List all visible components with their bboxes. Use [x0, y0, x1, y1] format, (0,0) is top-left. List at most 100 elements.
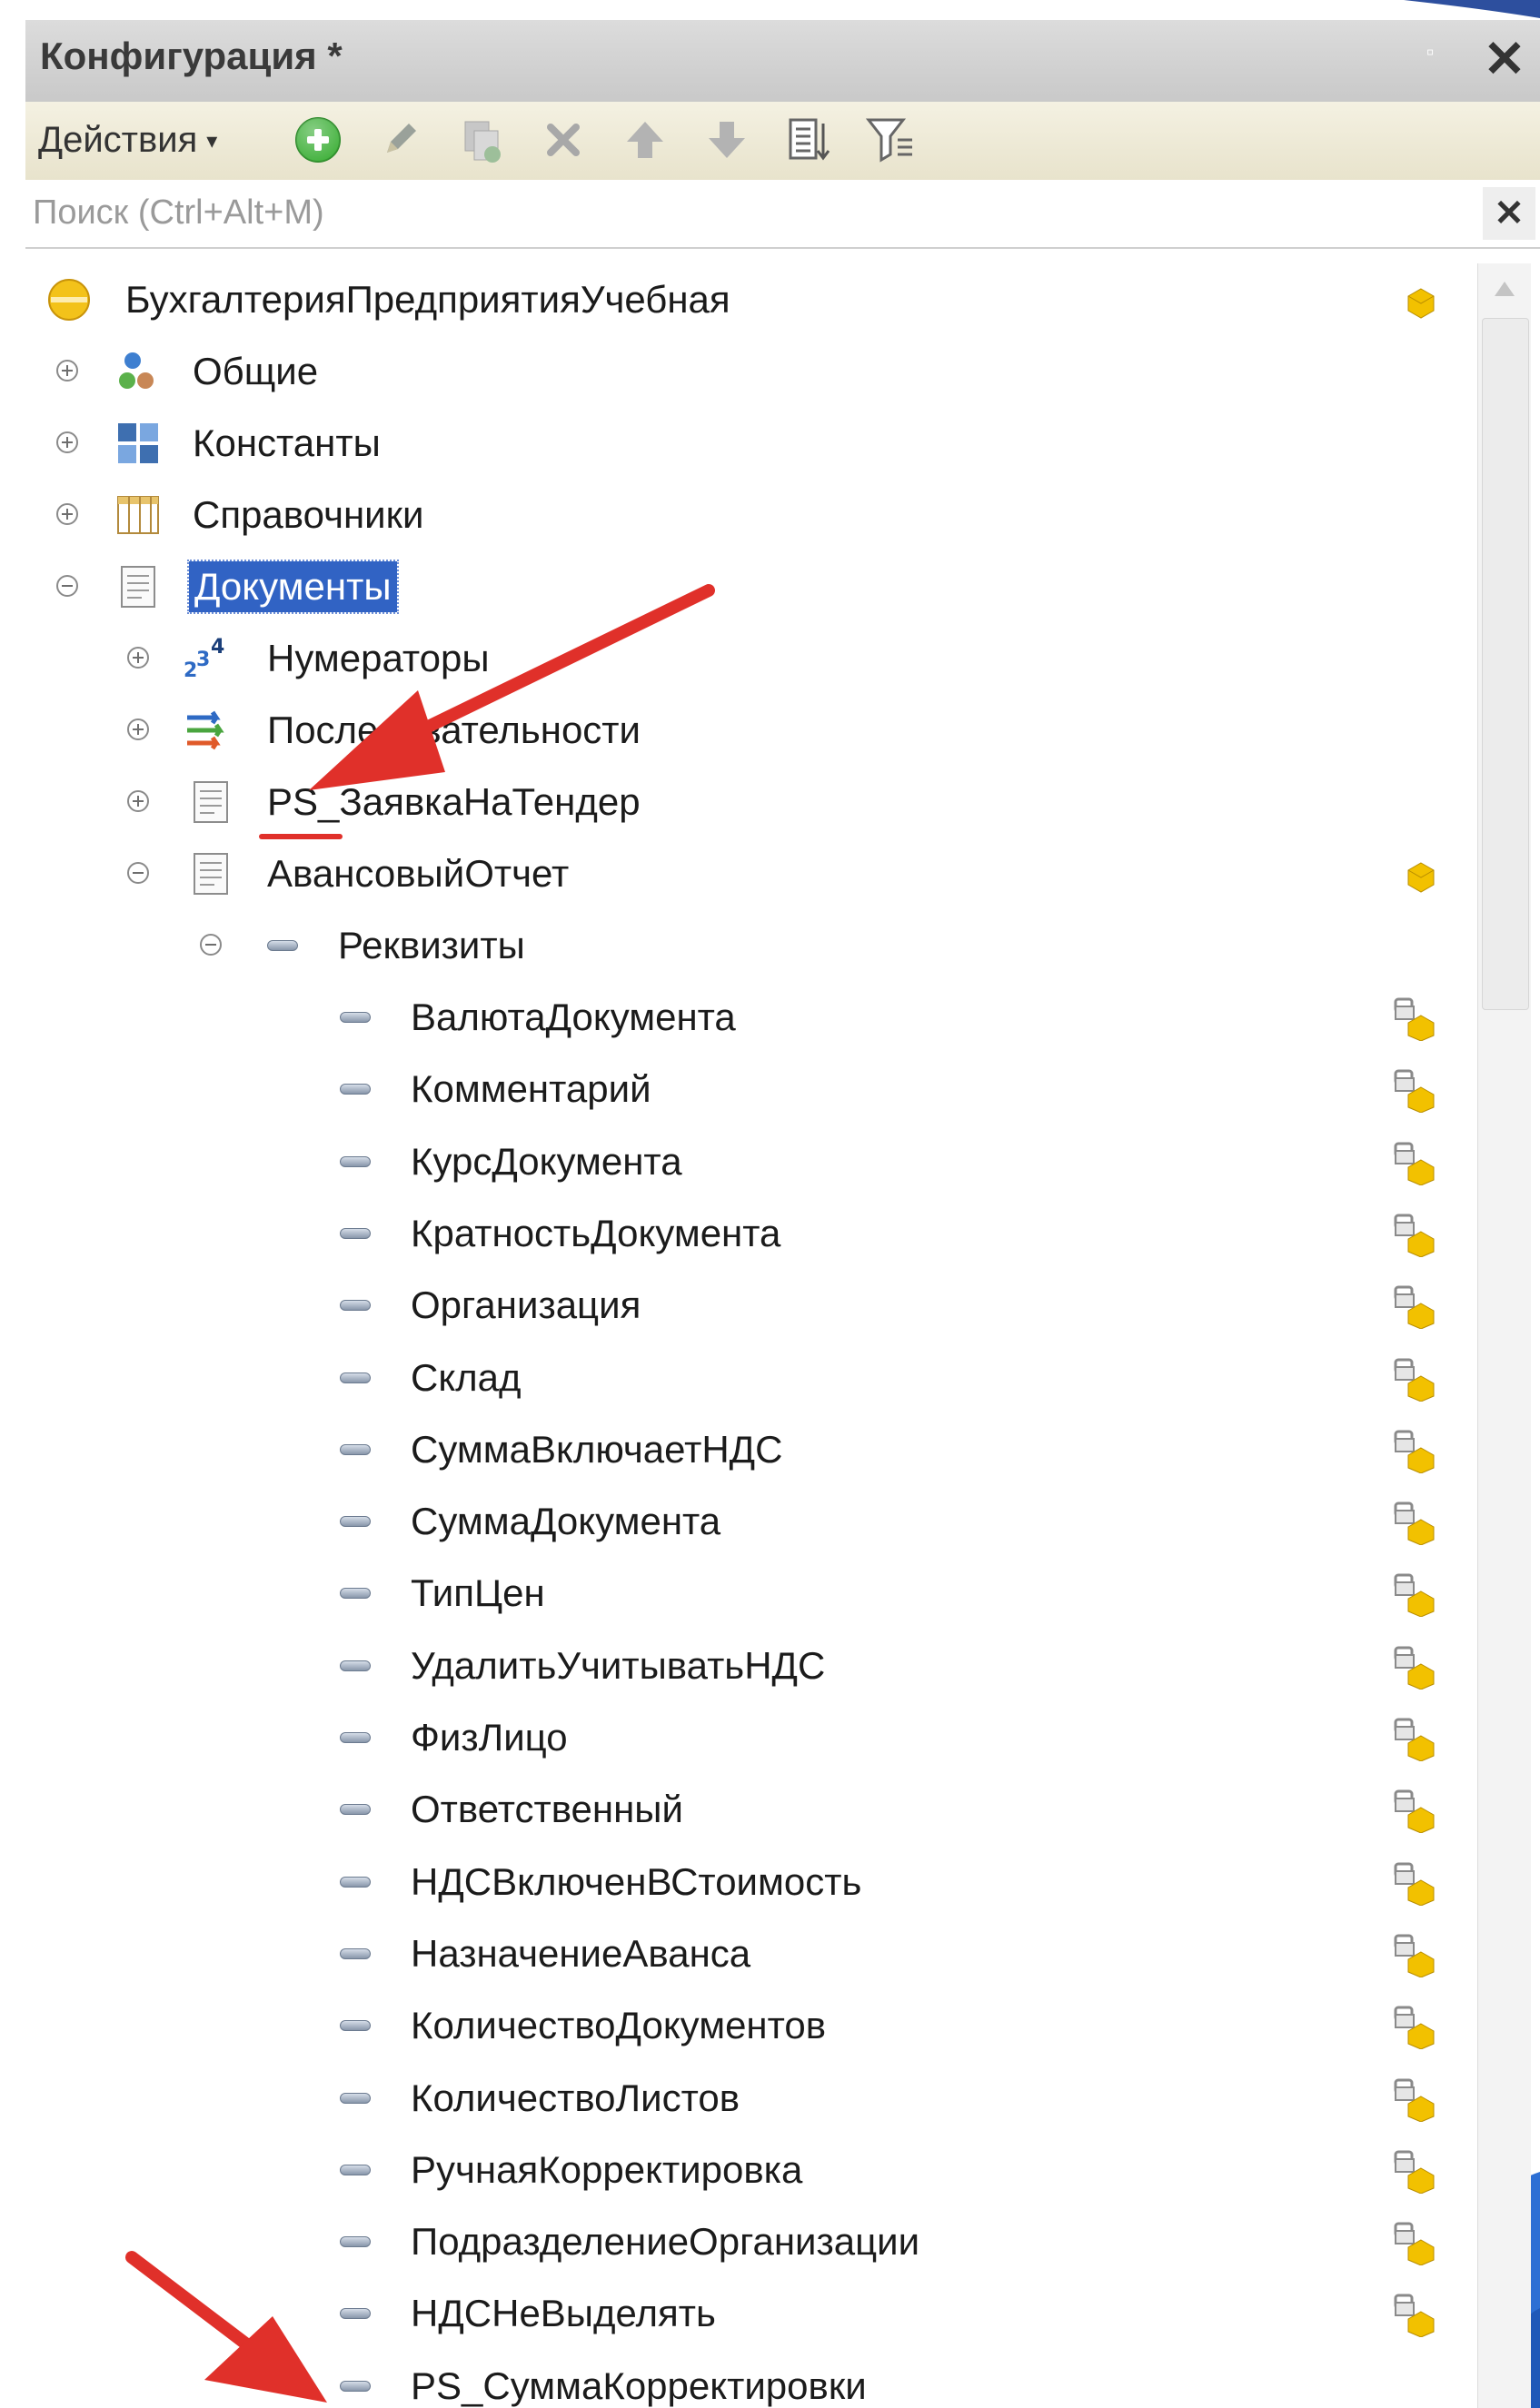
attribute-icon	[340, 1300, 371, 1312]
attribute-label: СуммаВключаетНДС	[411, 1427, 783, 1471]
tree-item-ps-tender-request[interactable]: PS_ЗаявкаНаТендер	[25, 766, 1479, 837]
left-margin	[0, 0, 25, 2408]
attribute-row[interactable]: ФизЛицо	[25, 1701, 1479, 1772]
attribute-row[interactable]: НДСВключенВСтоимость	[25, 1846, 1479, 1917]
tree-item-common[interactable]: Общие	[25, 335, 1479, 406]
attribute-row[interactable]: НазначениеАванса	[25, 1917, 1479, 1988]
vertical-scrollbar[interactable]	[1477, 263, 1531, 2408]
collapse-icon[interactable]	[200, 934, 222, 956]
attribute-icon	[340, 2020, 371, 2032]
sequences-icon	[182, 707, 229, 754]
annotation-arrow-bottom	[125, 2251, 327, 2403]
scrollbar-thumb[interactable]	[1482, 318, 1529, 1010]
toolbar: Действия ▾	[25, 102, 1540, 181]
chevron-down-icon: ▾	[206, 129, 218, 154]
attribute-row[interactable]: РучнаяКорректировка	[25, 2134, 1479, 2205]
attribute-label: Склад	[411, 1355, 522, 1399]
configuration-icon	[45, 276, 93, 323]
attribute-label: СуммаДокумента	[411, 1500, 721, 1543]
tree-item-documents[interactable]: Документы	[25, 550, 1479, 621]
attribute-label: PS_СуммаКорректировки	[411, 2363, 867, 2407]
constants-icon	[114, 420, 162, 467]
tree-item-catalogs[interactable]: Справочники	[25, 479, 1479, 550]
expand-icon[interactable]	[56, 503, 78, 525]
annotation-underline	[259, 834, 343, 839]
locked-support-icon	[1394, 1069, 1437, 1114]
attribute-row[interactable]: КоличествоЛистов	[25, 2062, 1479, 2133]
tree-item-constants[interactable]: Константы	[25, 407, 1479, 478]
attribute-row[interactable]: СуммаВключаетНДС	[25, 1413, 1479, 1484]
filter-button[interactable]	[861, 111, 919, 169]
tree-item-advance-report[interactable]: АвансовыйОтчет	[25, 837, 1479, 908]
scroll-up-icon[interactable]	[1478, 263, 1531, 314]
search-input[interactable]	[25, 180, 1485, 245]
attribute-row[interactable]: КурсДокумента	[25, 1125, 1479, 1196]
attribute-label: ВалютаДокумента	[411, 996, 736, 1038]
common-objects-icon	[114, 348, 162, 395]
locked-support-icon	[1394, 1214, 1437, 1257]
attribute-icon	[340, 1084, 371, 1095]
support-cube-icon	[1399, 280, 1443, 323]
delete-button[interactable]	[534, 111, 592, 169]
attribute-row[interactable]: Комментарий	[25, 1053, 1479, 1124]
add-button[interactable]	[289, 111, 347, 169]
tree-item-numerators[interactable]: 234 Нумераторы	[25, 622, 1479, 693]
collapse-icon[interactable]	[56, 575, 78, 597]
attribute-label: НДСВключенВСтоимость	[411, 1859, 862, 1903]
expand-icon[interactable]	[127, 790, 149, 812]
attribute-icon	[340, 1443, 371, 1455]
attribute-row[interactable]: ТипЦен	[25, 1557, 1479, 1628]
expand-icon[interactable]	[56, 360, 78, 382]
expand-icon[interactable]	[127, 718, 149, 740]
locked-support-icon	[1394, 997, 1437, 1041]
locked-support-icon	[1394, 1430, 1437, 1473]
attribute-row[interactable]: Склад	[25, 1342, 1479, 1412]
attribute-label: КратностьДокумента	[411, 1211, 781, 1254]
copy-button[interactable]	[452, 111, 511, 169]
attribute-row[interactable]: Организация	[25, 1269, 1479, 1340]
attribute-row[interactable]: КоличествоДокументов	[25, 1989, 1479, 2060]
clear-search-button[interactable]: ✕	[1483, 187, 1535, 240]
collapse-icon[interactable]	[127, 862, 149, 884]
close-panel-button[interactable]: ✕	[1477, 27, 1532, 91]
sort-button[interactable]	[780, 111, 838, 169]
locked-support-icon	[1394, 1789, 1437, 1834]
documents-icon	[114, 563, 162, 610]
locked-support-icon	[1394, 1358, 1437, 1402]
actions-menu-button[interactable]: Действия ▾	[38, 113, 217, 167]
expand-icon[interactable]	[127, 647, 149, 669]
expand-icon[interactable]	[56, 431, 78, 453]
attribute-icon	[267, 940, 298, 951]
attribute-icon	[340, 1155, 371, 1167]
attribute-row[interactable]: СуммаДокумента	[25, 1485, 1479, 1556]
attribute-label: РучнаяКорректировка	[411, 2147, 803, 2191]
svg-text:4: 4	[211, 636, 224, 659]
attribute-label: КоличествоДокументов	[411, 2004, 827, 2047]
move-down-button[interactable]	[698, 111, 756, 169]
locked-support-icon	[1394, 1142, 1437, 1185]
locked-support-icon	[1394, 1573, 1437, 1618]
copy-icon	[464, 121, 501, 163]
attribute-row[interactable]: УдалитьУчитыватьНДС	[25, 1630, 1479, 1700]
tree-root-label: БухгалтерияПредприятияУчебная	[125, 278, 730, 321]
configuration-tree: БухгалтерияПредприятияУчебная Общие Конс…	[25, 263, 1479, 2408]
attribute-label: ФизЛицо	[411, 1716, 568, 1759]
tree-root-row[interactable]: БухгалтерияПредприятияУчебная	[25, 263, 1479, 334]
attribute-icon	[340, 1588, 371, 1600]
support-cube-icon	[1399, 854, 1443, 897]
tree-item-label: Константы	[193, 421, 381, 464]
tree-item-attributes-group[interactable]: Реквизиты	[25, 909, 1479, 980]
attribute-row[interactable]: ВалютаДокумента	[25, 981, 1479, 1052]
pencil-icon	[387, 124, 416, 153]
edit-button[interactable]	[371, 111, 429, 169]
pin-icon[interactable]: ▫	[1426, 40, 1435, 65]
locked-support-icon	[1394, 1718, 1437, 1761]
attribute-label: УдалитьУчитыватьНДС	[411, 1643, 826, 1687]
tree-item-label: Реквизиты	[338, 924, 525, 966]
move-up-button[interactable]	[616, 111, 674, 169]
tree-item-sequences[interactable]: Последовательности	[25, 694, 1479, 765]
locked-support-icon	[1394, 2150, 1437, 2194]
attribute-row[interactable]: Ответственный	[25, 1773, 1479, 1844]
attribute-row[interactable]: КратностьДокумента	[25, 1197, 1479, 1268]
attribute-label: Ответственный	[411, 1788, 683, 1831]
